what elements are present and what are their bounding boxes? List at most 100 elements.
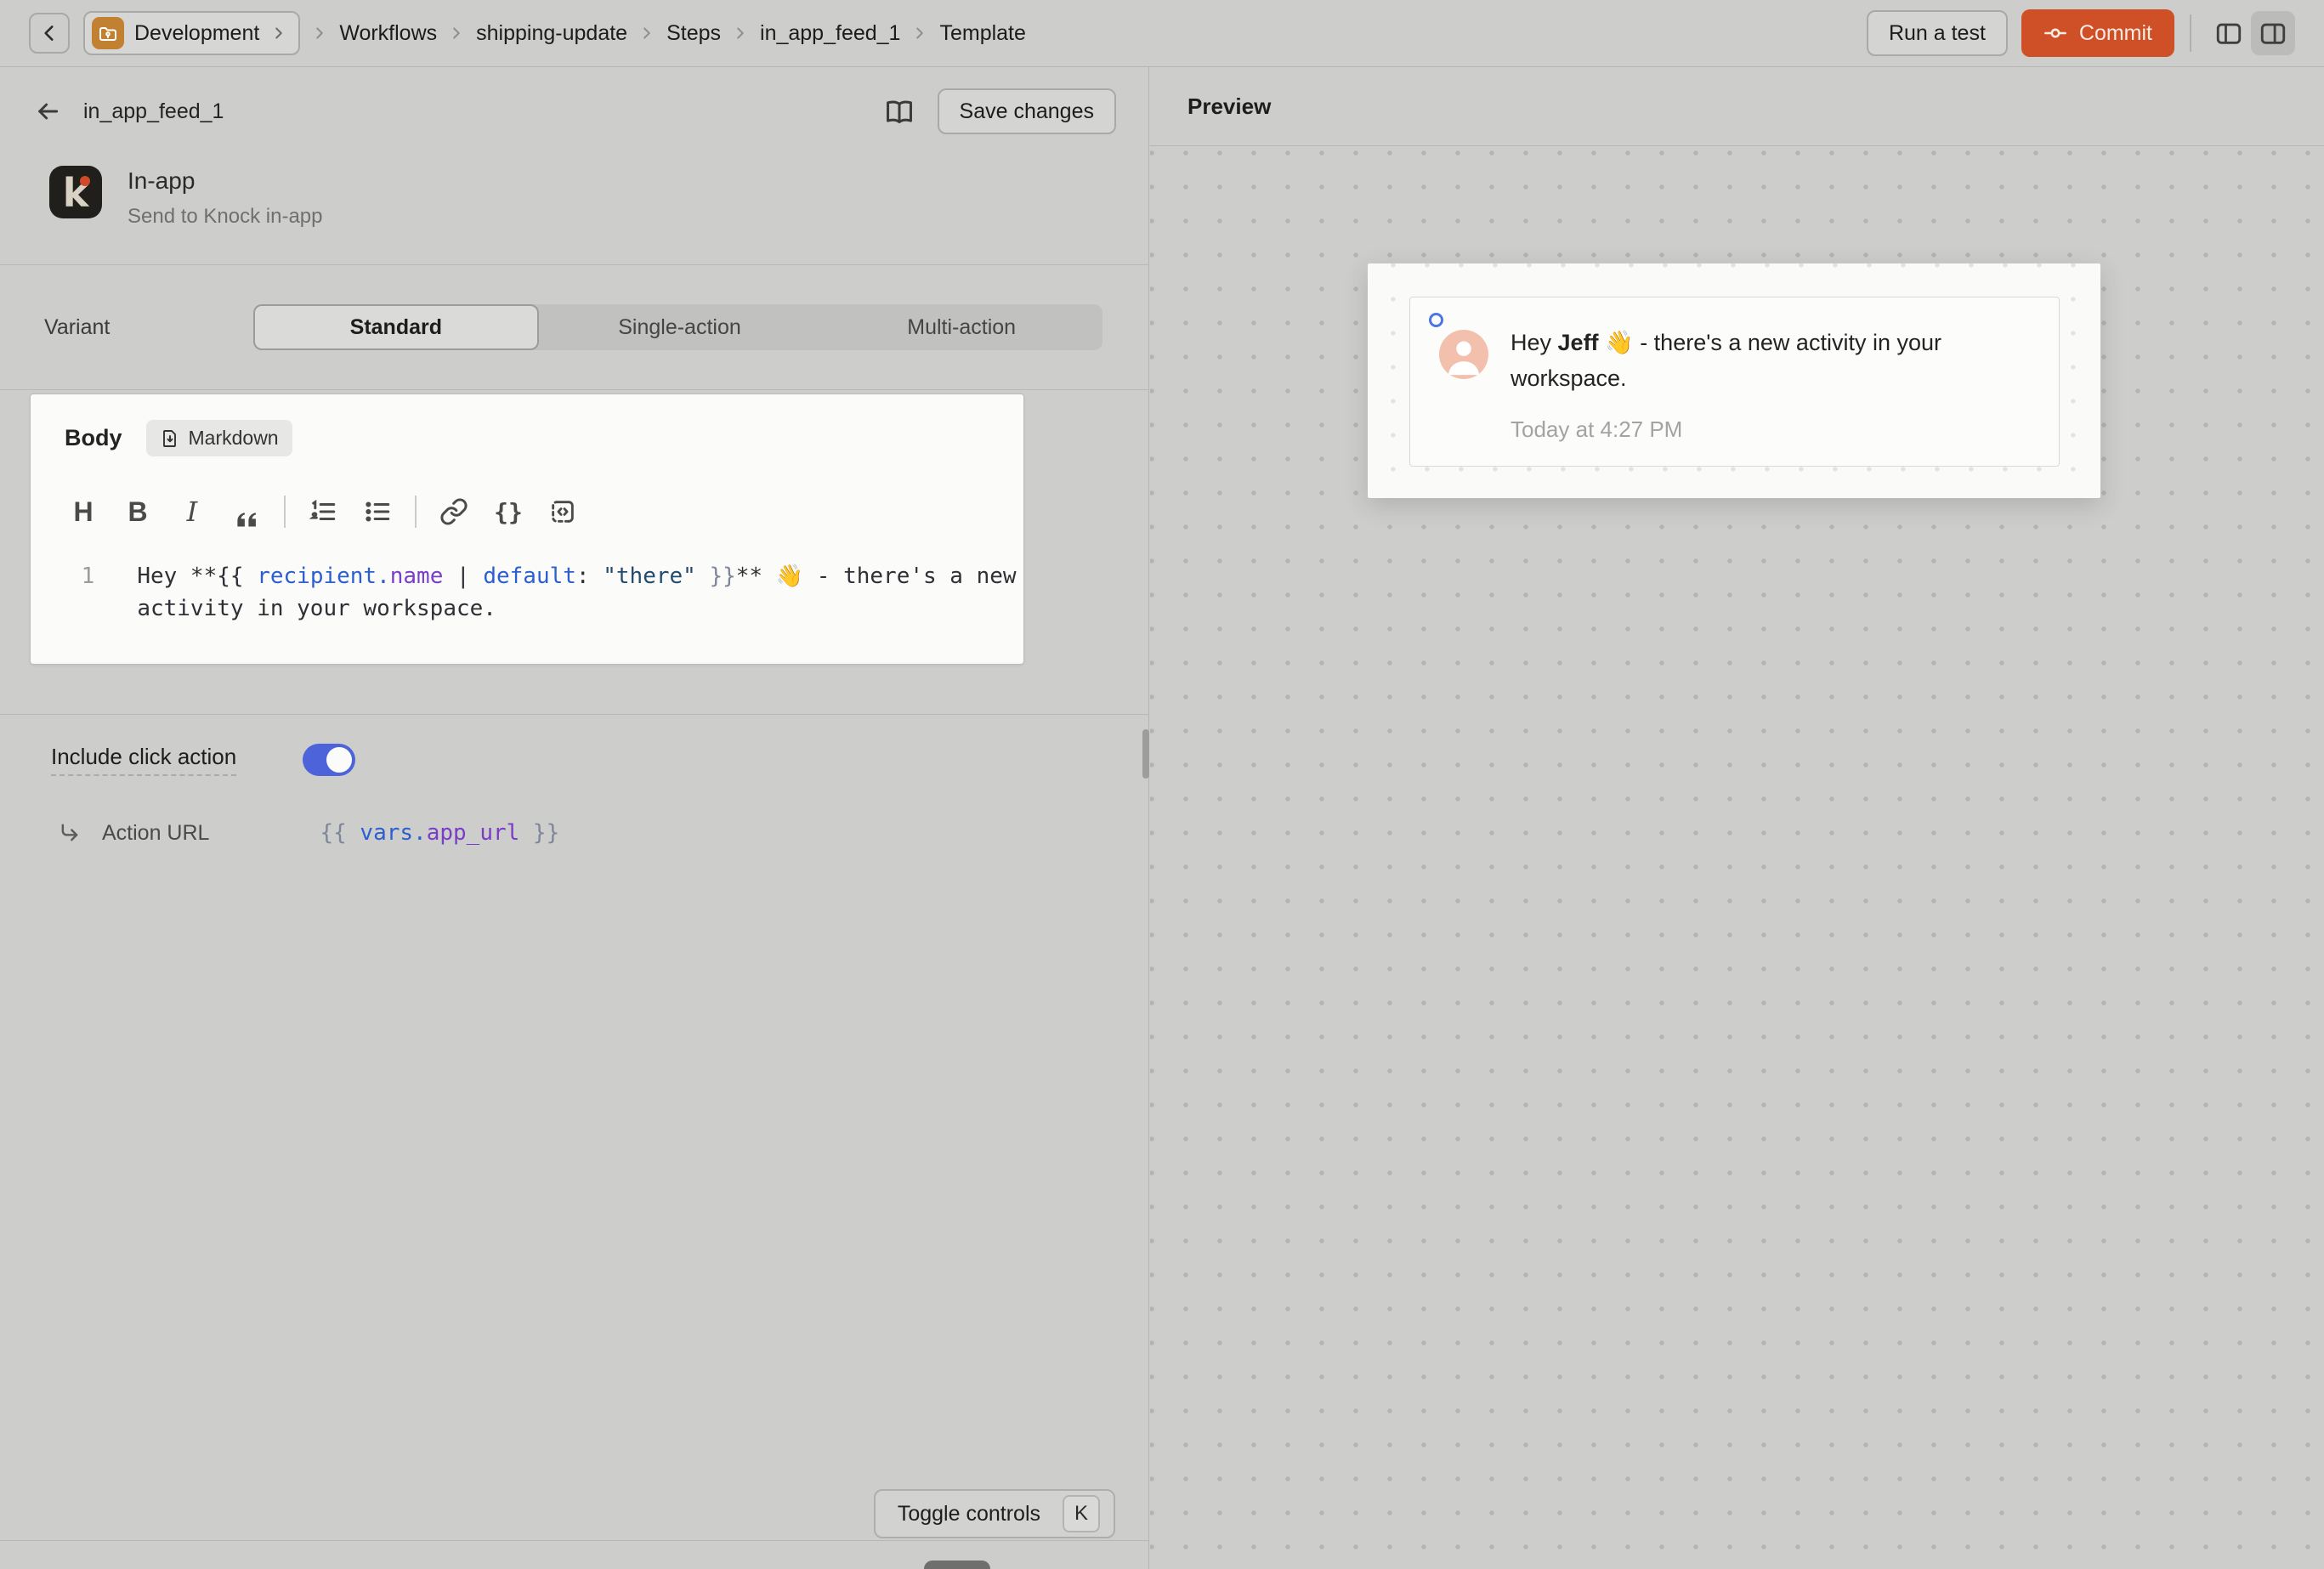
- recipient-name: Jeff: [1558, 330, 1599, 355]
- top-bar: Development Workflows shipping-update St…: [0, 0, 2324, 67]
- variant-label: Variant: [44, 315, 253, 340]
- feed-preview-container: Hey Jeff 👋 - there's a new activity in y…: [1368, 263, 2100, 498]
- url-token: }}: [519, 820, 559, 846]
- click-action-section: Include click action Action URL {{ vars.…: [0, 715, 1148, 846]
- body-editor-card: Body Markdown H B I: [30, 394, 1024, 665]
- tooltip-peek: [924, 1561, 990, 1569]
- code-token: **: [736, 564, 776, 589]
- folder-icon: [98, 23, 118, 43]
- link-button[interactable]: [427, 492, 481, 531]
- heading-button[interactable]: H: [56, 492, 111, 531]
- include-click-action-label: Include click action: [51, 744, 236, 776]
- bold-button[interactable]: B: [111, 492, 165, 531]
- variant-option-single-action[interactable]: Single-action: [539, 304, 821, 350]
- save-changes-button[interactable]: Save changes: [938, 88, 1116, 134]
- editor-header: in_app_feed_1 Save changes: [0, 67, 1148, 135]
- code-token: default: [483, 564, 576, 589]
- chevron-right-icon: [269, 24, 288, 42]
- channel-info: k In-app Send to Knock in-app: [0, 135, 1148, 229]
- ordered-list-button[interactable]: [296, 492, 350, 531]
- code-token: |: [443, 564, 483, 589]
- keyboard-shortcut-badge: K: [1063, 1495, 1100, 1532]
- environment-folder-tile: [92, 17, 124, 49]
- book-icon: [883, 95, 915, 127]
- variant-section: Variant Standard Single-action Multi-act…: [0, 265, 1148, 389]
- preview-title: Preview: [1188, 93, 1271, 120]
- preview-canvas: Hey Jeff 👋 - there's a new activity in y…: [1150, 146, 2324, 1569]
- message-prefix: Hey: [1511, 330, 1558, 355]
- breadcrumb-steps[interactable]: Steps: [666, 21, 721, 46]
- variant-option-multi-action[interactable]: Multi-action: [820, 304, 1102, 350]
- back-button[interactable]: [29, 13, 70, 54]
- blockquote-button[interactable]: [219, 492, 274, 531]
- commit-button[interactable]: Commit: [2021, 9, 2174, 57]
- line-number: 1: [31, 560, 94, 625]
- breadcrumb-separator-icon: [731, 24, 750, 42]
- variant-option-standard[interactable]: Standard: [253, 304, 539, 350]
- variant-segmented-control: Standard Single-action Multi-action: [253, 304, 1102, 350]
- environment-switcher[interactable]: Development: [83, 11, 300, 55]
- code-token: Hey **{{: [137, 564, 257, 589]
- code-editor[interactable]: 1 Hey **{{ recipient.name | default: "th…: [31, 560, 1023, 625]
- notification-card: Hey Jeff 👋 - there's a new activity in y…: [1409, 297, 2060, 467]
- variable-button[interactable]: {}: [481, 492, 536, 531]
- left-panel-toggle-button[interactable]: [2207, 11, 2251, 55]
- code-block-button[interactable]: [536, 492, 590, 531]
- code-block-icon: [548, 497, 577, 526]
- code-line[interactable]: Hey **{{ recipient.name | default: "ther…: [137, 560, 1023, 625]
- action-url-label: Action URL: [102, 821, 209, 846]
- knock-logo: k: [49, 166, 102, 218]
- step-title: in_app_feed_1: [83, 99, 224, 124]
- template-editor-panel: in_app_feed_1 Save changes k In-app Send…: [0, 67, 1149, 1569]
- toggle-controls-button[interactable]: Toggle controls K: [874, 1489, 1115, 1538]
- editor-toolbar: H B I: [31, 492, 1023, 531]
- ordered-list-icon: [309, 497, 337, 526]
- breadcrumb-template[interactable]: Template: [939, 21, 1025, 46]
- arrow-left-back-icon[interactable]: [34, 98, 61, 125]
- breadcrumb-separator-icon: [638, 24, 656, 42]
- panel-resize-handle[interactable]: [1142, 729, 1149, 779]
- avatar: [1439, 330, 1488, 379]
- commit-label: Commit: [2079, 21, 2152, 46]
- section-divider: [0, 389, 1148, 390]
- channel-name: In-app: [128, 167, 323, 195]
- italic-button[interactable]: I: [165, 492, 219, 531]
- bullet-list-icon: [363, 497, 392, 526]
- code-token: recipient.: [257, 564, 390, 589]
- topbar-divider: [2190, 14, 2191, 52]
- preview-header: Preview: [1150, 67, 2324, 146]
- wave-emoji: 👋: [776, 564, 803, 589]
- channel-subtitle: Send to Knock in-app: [128, 205, 323, 229]
- person-icon: [1439, 330, 1488, 379]
- right-panel-toggle-button[interactable]: [2251, 11, 2295, 55]
- url-token: vars.: [360, 820, 426, 846]
- link-icon: [439, 497, 468, 526]
- code-token: :: [576, 564, 603, 589]
- notification-timestamp: Today at 4:27 PM: [1511, 416, 1682, 443]
- docs-button[interactable]: [883, 95, 915, 127]
- knock-logo-dot: [80, 176, 90, 186]
- run-a-test-button[interactable]: Run a test: [1867, 10, 2008, 56]
- bullet-list-button[interactable]: [350, 492, 405, 531]
- body-label: Body: [65, 425, 122, 451]
- toolbar-divider: [284, 496, 286, 528]
- chevron-left-icon: [38, 22, 60, 44]
- breadcrumb-workflows[interactable]: Workflows: [339, 21, 437, 46]
- breadcrumb-workflow-name[interactable]: shipping-update: [476, 21, 627, 46]
- panel-left-icon: [2214, 19, 2243, 48]
- format-badge-label: Markdown: [189, 427, 279, 450]
- wave-emoji: 👋: [1605, 330, 1634, 355]
- quote-icon: [232, 505, 261, 534]
- breadcrumb-separator-icon: [447, 24, 466, 42]
- toggle-knob: [326, 747, 352, 773]
- code-token: name: [390, 564, 444, 589]
- breadcrumb-step-name[interactable]: in_app_feed_1: [760, 21, 900, 46]
- git-commit-icon: [2043, 21, 2067, 45]
- unread-indicator: [1429, 313, 1443, 327]
- panel-right-icon: [2259, 19, 2287, 48]
- code-token: }}: [696, 564, 736, 589]
- format-badge: Markdown: [146, 420, 292, 456]
- include-click-action-toggle[interactable]: [303, 744, 355, 776]
- action-url-value[interactable]: {{ vars.app_url }}: [320, 820, 559, 846]
- preview-panel: Preview Hey Jeff 👋 - there's a new activ…: [1150, 67, 2324, 1569]
